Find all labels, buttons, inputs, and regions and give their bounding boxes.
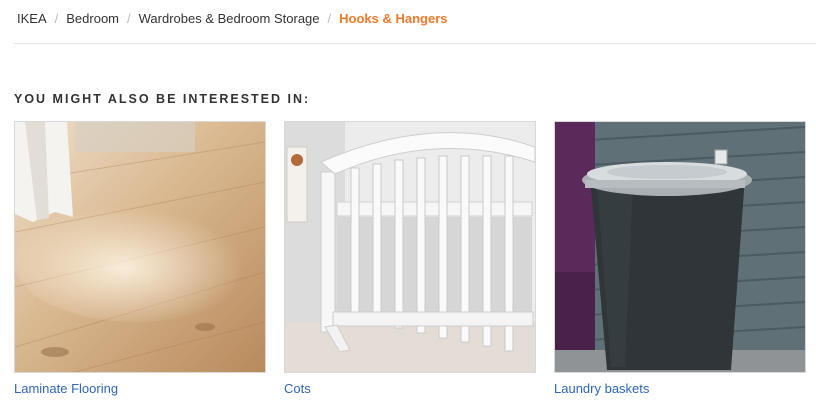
product-label-laundry-baskets[interactable]: Laundry baskets: [554, 381, 806, 396]
product-label-cots[interactable]: Cots: [284, 381, 536, 396]
laminate-flooring-image[interactable]: [14, 121, 266, 373]
product-card-laundry-baskets: Laundry baskets: [554, 121, 806, 396]
product-label-laminate-flooring[interactable]: Laminate Flooring: [14, 381, 266, 396]
breadcrumb-current: Hooks & Hangers: [339, 10, 448, 26]
breadcrumb-separator: /: [327, 10, 332, 26]
product-card-laminate-flooring: Laminate Flooring: [14, 121, 266, 396]
breadcrumb-link-ikea[interactable]: IKEA: [17, 11, 47, 26]
cot-image[interactable]: [284, 121, 536, 373]
breadcrumb-separator: /: [127, 10, 131, 26]
breadcrumb-separator: /: [54, 10, 59, 26]
product-card-cots: Cots: [284, 121, 536, 396]
divider: [14, 43, 816, 44]
laundry-basket-image[interactable]: [554, 121, 806, 373]
breadcrumb: IKEA / Bedroom / Wardrobes & Bedroom Sto…: [17, 10, 448, 26]
breadcrumb-link-wardrobes[interactable]: Wardrobes & Bedroom Storage: [139, 11, 320, 26]
breadcrumb-link-bedroom[interactable]: Bedroom: [66, 11, 119, 26]
section-title: YOU MIGHT ALSO BE INTERESTED IN:: [14, 92, 311, 106]
